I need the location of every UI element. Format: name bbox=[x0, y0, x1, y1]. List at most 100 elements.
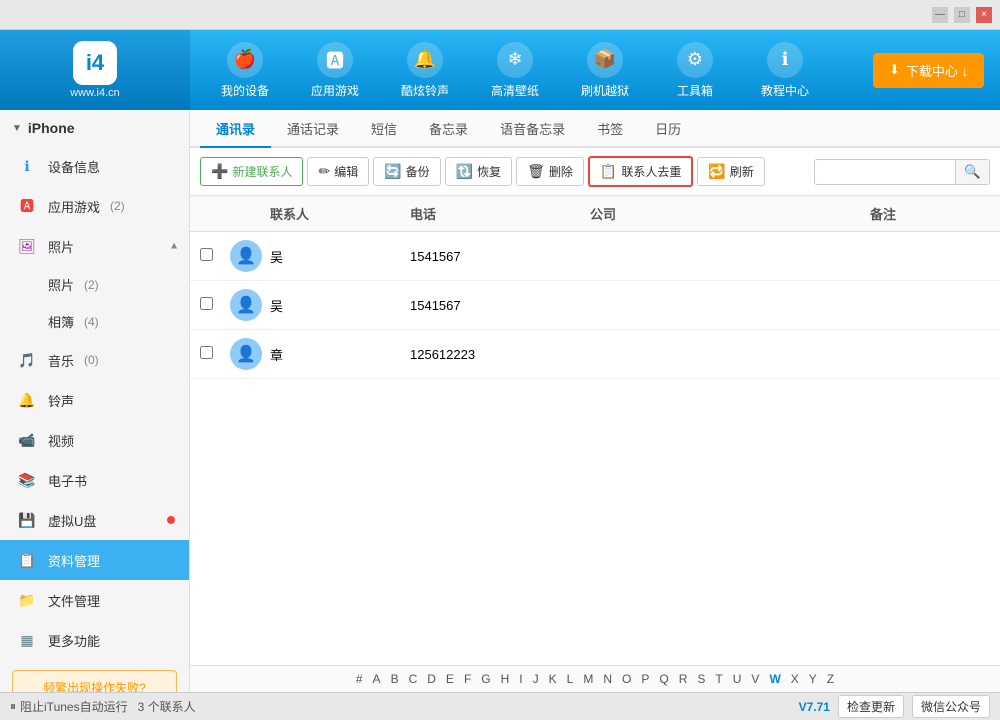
sidebar-item-music[interactable]: 🎵 音乐 (0) bbox=[0, 340, 189, 380]
nav-jailbreak[interactable]: 📦 刷机越狱 bbox=[560, 30, 650, 110]
alpha-r[interactable]: R bbox=[676, 671, 691, 687]
minimize-button[interactable]: — bbox=[932, 7, 948, 23]
nav-wallpaper[interactable]: ❄ 高清壁纸 bbox=[470, 30, 560, 110]
alpha-hash[interactable]: # bbox=[353, 671, 366, 687]
tab-sms[interactable]: 短信 bbox=[355, 110, 413, 148]
sidebar-photos-sub2-count: (4) bbox=[84, 315, 99, 329]
sidebar-item-ringtone[interactable]: 🔔 铃声 bbox=[0, 380, 189, 420]
alpha-u[interactable]: U bbox=[730, 671, 745, 687]
chevron-up-icon: ▲ bbox=[169, 241, 179, 252]
nav-toolbox-label: 工具箱 bbox=[677, 82, 713, 99]
header-company: 公司 bbox=[590, 204, 870, 223]
sidebar-item-udisk[interactable]: 💾 虚拟U盘 bbox=[0, 500, 189, 540]
dedup-button[interactable]: 📋 联系人去重 bbox=[588, 156, 693, 187]
alpha-m[interactable]: M bbox=[580, 671, 596, 687]
alpha-x[interactable]: X bbox=[788, 671, 802, 687]
status-bar: ⏸ 阻止iTunes自动运行 3 个联系人 V7.71 检查更新 微信公众号 bbox=[0, 692, 1000, 720]
alpha-z[interactable]: Z bbox=[824, 671, 837, 687]
table-row[interactable]: 👤 吴 1541567 bbox=[190, 281, 1000, 330]
alpha-v[interactable]: V bbox=[748, 671, 762, 687]
sidebar-photos-sub1-count: (2) bbox=[84, 278, 99, 292]
alpha-g[interactable]: G bbox=[478, 671, 493, 687]
alpha-n[interactable]: N bbox=[600, 671, 615, 687]
alpha-e[interactable]: E bbox=[443, 671, 457, 687]
alpha-k[interactable]: K bbox=[546, 671, 560, 687]
alpha-b[interactable]: B bbox=[388, 671, 402, 687]
sidebar-more-label: 更多功能 bbox=[48, 631, 100, 650]
alpha-i[interactable]: I bbox=[516, 671, 525, 687]
sidebar-item-file-mgr[interactable]: 📁 文件管理 bbox=[0, 580, 189, 620]
tab-backup-label: 备忘录 bbox=[429, 119, 468, 138]
new-contact-button[interactable]: ➕ 新建联系人 bbox=[200, 157, 303, 186]
table-row[interactable]: 👤 吴 1541567 bbox=[190, 232, 1000, 281]
restore-button[interactable]: 🔃 恢复 bbox=[445, 157, 512, 186]
alpha-a[interactable]: A bbox=[370, 671, 384, 687]
sidebar-item-apps[interactable]: 🅰 应用游戏 (2) bbox=[0, 186, 189, 226]
sidebar-item-photos[interactable]: 🖼 照片 ▲ bbox=[0, 226, 189, 266]
tab-backup[interactable]: 备忘录 bbox=[413, 110, 484, 148]
row-check-3[interactable] bbox=[200, 346, 230, 362]
tab-calendar[interactable]: 日历 bbox=[639, 110, 697, 148]
tab-contacts[interactable]: 通讯录 bbox=[200, 110, 271, 148]
sidebar-item-photos-sub1[interactable]: 照片 (2) bbox=[0, 266, 189, 303]
sidebar-item-video[interactable]: 📹 视频 bbox=[0, 420, 189, 460]
alpha-d[interactable]: D bbox=[424, 671, 439, 687]
sidebar-photos-sub1-label: 照片 bbox=[48, 275, 74, 294]
chevron-down-icon: ▼ bbox=[12, 123, 22, 134]
close-button[interactable]: × bbox=[976, 7, 992, 23]
alpha-t[interactable]: T bbox=[712, 671, 725, 687]
content-area: 通讯录 通话记录 短信 备忘录 语音备忘录 书签 日历 ➕ bbox=[190, 110, 1000, 692]
faq-button[interactable]: 频繁出现操作失败? bbox=[12, 670, 177, 692]
avatar-1: 👤 bbox=[230, 240, 270, 272]
statusbar-right: V7.71 检查更新 微信公众号 bbox=[799, 695, 990, 718]
download-center-button[interactable]: ⬇ 下载中心 ↓ bbox=[873, 53, 984, 88]
tab-call-log[interactable]: 通话记录 bbox=[271, 110, 355, 148]
search-input[interactable] bbox=[815, 161, 955, 183]
alpha-l[interactable]: L bbox=[564, 671, 577, 687]
check-update-button[interactable]: 检查更新 bbox=[838, 695, 904, 718]
delete-button[interactable]: 🗑 删除 bbox=[516, 157, 584, 186]
edit-button[interactable]: ✏ 编辑 bbox=[307, 157, 369, 186]
table-row[interactable]: 👤 章 125612223 bbox=[190, 330, 1000, 379]
alpha-c[interactable]: C bbox=[406, 671, 421, 687]
nav-ringtone[interactable]: 🔔 酷炫铃声 bbox=[380, 30, 470, 110]
alpha-w[interactable]: W bbox=[766, 671, 783, 687]
row-check-1[interactable] bbox=[200, 248, 230, 264]
sidebar-item-device-info[interactable]: ℹ 设备信息 bbox=[0, 146, 189, 186]
row-check-2[interactable] bbox=[200, 297, 230, 313]
sidebar-item-more[interactable]: ▦ 更多功能 bbox=[0, 620, 189, 660]
alpha-j[interactable]: J bbox=[530, 671, 542, 687]
nav-apps[interactable]: 🅰 应用游戏 bbox=[290, 30, 380, 110]
sidebar-item-ebook[interactable]: 📚 电子书 bbox=[0, 460, 189, 500]
alpha-q[interactable]: Q bbox=[656, 671, 671, 687]
wechat-public-button[interactable]: 微信公众号 bbox=[912, 695, 990, 718]
tab-voice-backup[interactable]: 语音备忘录 bbox=[484, 110, 581, 148]
nav-jailbreak-label: 刷机越狱 bbox=[581, 82, 629, 99]
tab-bookmark-label: 书签 bbox=[597, 119, 623, 138]
sidebar-item-data-mgr[interactable]: 📋 资料管理 bbox=[0, 540, 189, 580]
itunes-auto-run-button[interactable]: ⏸ 阻止iTunes自动运行 bbox=[10, 698, 128, 715]
backup-button[interactable]: 🔄 备份 bbox=[373, 157, 440, 186]
alpha-s[interactable]: S bbox=[694, 671, 708, 687]
search-button[interactable]: 🔍 bbox=[955, 160, 989, 184]
alpha-y[interactable]: Y bbox=[806, 671, 820, 687]
tab-bar: 通讯录 通话记录 短信 备忘录 语音备忘录 书签 日历 bbox=[190, 110, 1000, 148]
tab-bookmark[interactable]: 书签 bbox=[581, 110, 639, 148]
header-note: 备注 bbox=[870, 204, 990, 223]
table-header: 联系人 电话 公司 备注 bbox=[190, 196, 1000, 232]
refresh-button[interactable]: 🔁 刷新 bbox=[697, 157, 764, 186]
sidebar: ▼ iPhone ℹ 设备信息 🅰 应用游戏 (2) 🖼 照片 ▲ 照片 (2)… bbox=[0, 110, 190, 692]
nav-toolbox[interactable]: ⚙ 工具箱 bbox=[650, 30, 740, 110]
nav-tutorial[interactable]: ℹ 教程中心 bbox=[740, 30, 830, 110]
alpha-f[interactable]: F bbox=[461, 671, 474, 687]
nav-my-device[interactable]: 🍎 我的设备 bbox=[200, 30, 290, 110]
logo-subtitle: www.i4.cn bbox=[70, 87, 120, 99]
alpha-o[interactable]: O bbox=[619, 671, 634, 687]
maximize-button[interactable]: □ bbox=[954, 7, 970, 23]
nav-apps-label: 应用游戏 bbox=[311, 82, 359, 99]
backup-icon: 🔄 bbox=[384, 163, 401, 180]
tab-contacts-label: 通讯录 bbox=[216, 119, 255, 138]
sidebar-item-photos-sub2[interactable]: 相簿 (4) bbox=[0, 303, 189, 340]
alpha-p[interactable]: P bbox=[638, 671, 652, 687]
alpha-h[interactable]: H bbox=[498, 671, 513, 687]
